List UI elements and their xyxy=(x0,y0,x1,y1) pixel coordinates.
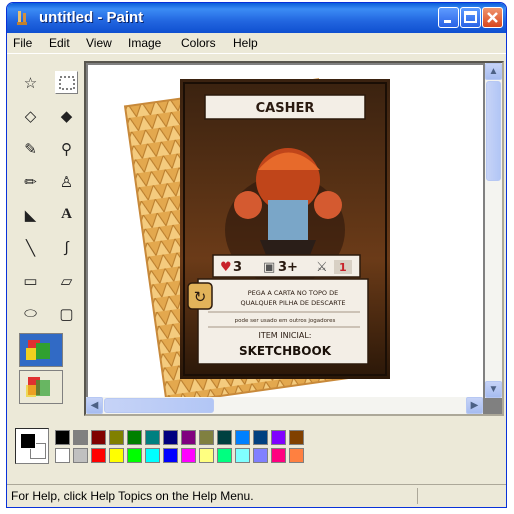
status-bar: For Help, click Help Topics on the Help … xyxy=(7,484,506,507)
title-bar[interactable]: untitled - Paint xyxy=(7,3,506,33)
palette-swatch[interactable] xyxy=(55,430,70,445)
rounded-rect-icon[interactable]: ▢ xyxy=(55,302,78,325)
palette-swatch[interactable] xyxy=(91,430,106,445)
scroll-up-button[interactable]: ▲ xyxy=(485,63,502,80)
palette-swatch[interactable] xyxy=(235,430,250,445)
sword-icon: ⚔ xyxy=(316,260,328,275)
menu-colors[interactable]: Colors xyxy=(181,36,216,50)
current-colors[interactable] xyxy=(15,428,49,464)
rectangle-icon[interactable]: ▭ xyxy=(19,269,42,292)
text-tool-icon[interactable]: A xyxy=(55,203,78,226)
line-icon[interactable]: ╲ xyxy=(19,236,42,259)
vertical-scroll-thumb[interactable] xyxy=(486,81,501,181)
foreground-color[interactable] xyxy=(20,433,36,449)
stat-dice: 3+ xyxy=(278,260,298,275)
menu-view[interactable]: View xyxy=(86,36,112,50)
menu-image[interactable]: Image xyxy=(128,36,161,50)
palette-swatch[interactable] xyxy=(253,430,268,445)
opaque-mode-option[interactable] xyxy=(19,333,63,367)
canvas[interactable]: CASHER ♥ 3 ▣ 3+ ⚔ 1 ↻ PEGA A CARTA NO TO… xyxy=(88,65,483,400)
palette-swatch[interactable] xyxy=(289,448,304,463)
palette-swatch[interactable] xyxy=(181,448,196,463)
ability-note: pode ser usado em outros jogadores xyxy=(235,318,336,324)
horizontal-scroll-thumb[interactable] xyxy=(104,398,214,413)
palette-swatch[interactable] xyxy=(271,430,286,445)
palette-swatch[interactable] xyxy=(217,430,232,445)
magnifier-icon[interactable]: ⚲ xyxy=(55,137,78,160)
scroll-left-button[interactable]: ◀ xyxy=(86,397,103,414)
menu-edit[interactable]: Edit xyxy=(49,36,70,50)
transparent-mode-option[interactable] xyxy=(19,370,63,404)
paint-app-icon xyxy=(17,11,27,25)
reroll-icon: ↻ xyxy=(194,288,207,306)
color-palette xyxy=(11,424,341,470)
palette-swatch[interactable] xyxy=(127,448,142,463)
dice-icon: ▣ xyxy=(263,260,275,275)
transparent-mode-icon xyxy=(26,377,50,397)
polygon-icon[interactable]: ▱ xyxy=(55,269,78,292)
pencil-icon[interactable]: ✏ xyxy=(19,170,42,193)
toolbox: ☆ ◇ ◆ ✎ ⚲ ✏ ♙ ◣ A ╲ ∫ ▭ ▱ ⬭ ▢ xyxy=(9,59,81,409)
ability-line2: QUALQUER PILHA DE DESCARTE xyxy=(241,299,346,307)
palette-swatch[interactable] xyxy=(163,448,178,463)
eraser-icon[interactable]: ◇ xyxy=(19,104,42,127)
heart-icon: ♥ xyxy=(220,260,232,275)
menu-bar: File Edit View Image Colors Help xyxy=(7,33,506,54)
palette-swatch[interactable] xyxy=(181,430,196,445)
minimize-button[interactable] xyxy=(438,7,459,28)
brush-icon[interactable]: ♙ xyxy=(55,170,78,193)
palette-swatch[interactable] xyxy=(235,448,250,463)
card-name: CASHER xyxy=(256,101,315,116)
fill-bucket-icon[interactable]: ◆ xyxy=(55,104,78,127)
item-label: ITEM INICIAL: xyxy=(258,331,311,340)
palette-swatch[interactable] xyxy=(127,430,142,445)
canvas-area: CASHER ♥ 3 ▣ 3+ ⚔ 1 ↻ PEGA A CARTA NO TO… xyxy=(84,61,504,416)
scroll-right-button[interactable]: ▶ xyxy=(466,397,483,414)
maximize-icon xyxy=(464,11,477,23)
palette-swatch[interactable] xyxy=(109,430,124,445)
horizontal-scrollbar[interactable]: ◀ ▶ xyxy=(86,397,483,414)
maximize-button[interactable] xyxy=(460,7,481,28)
palette-swatch[interactable] xyxy=(145,448,160,463)
window-title: untitled - Paint xyxy=(39,9,144,26)
palette-swatch[interactable] xyxy=(73,430,88,445)
palette-swatch[interactable] xyxy=(199,448,214,463)
menu-file[interactable]: File xyxy=(13,36,32,50)
palette-swatch[interactable] xyxy=(55,448,70,463)
status-help-text: For Help, click Help Topics on the Help … xyxy=(11,489,254,503)
palette-swatch[interactable] xyxy=(145,430,160,445)
palette-swatch[interactable] xyxy=(253,448,268,463)
minimize-icon xyxy=(444,20,451,23)
palette-swatch[interactable] xyxy=(199,430,214,445)
close-button[interactable] xyxy=(482,7,503,28)
color-picker-icon[interactable]: ✎ xyxy=(19,137,42,160)
free-select-icon[interactable]: ☆ xyxy=(19,71,42,94)
menu-help[interactable]: Help xyxy=(233,36,258,50)
palette-swatch[interactable] xyxy=(217,448,232,463)
stat-hearts: 3 xyxy=(233,260,242,275)
rect-select-icon[interactable] xyxy=(55,71,78,94)
palette-swatch[interactable] xyxy=(91,448,106,463)
palette-swatch[interactable] xyxy=(163,430,178,445)
stat-attack: 1 xyxy=(339,261,347,274)
vertical-scrollbar[interactable]: ▲ ▼ xyxy=(485,63,502,398)
ellipse-icon[interactable]: ⬭ xyxy=(19,302,42,325)
airbrush-icon[interactable]: ◣ xyxy=(19,203,42,226)
card-image: CASHER ♥ 3 ▣ 3+ ⚔ 1 ↻ PEGA A CARTA NO TO… xyxy=(123,78,390,400)
palette-swatch[interactable] xyxy=(271,448,286,463)
scroll-down-button[interactable]: ▼ xyxy=(485,381,502,398)
ability-line1: PEGA A CARTA NO TOPO DE xyxy=(248,289,338,297)
palette-swatch[interactable] xyxy=(73,448,88,463)
item-name: SKETCHBOOK xyxy=(239,344,332,358)
paint-window: untitled - Paint File Edit View Image Co… xyxy=(6,2,507,508)
close-icon xyxy=(487,12,498,23)
palette-swatch[interactable] xyxy=(109,448,124,463)
opaque-mode-icon xyxy=(26,340,50,360)
palette-swatch[interactable] xyxy=(289,430,304,445)
curve-icon[interactable]: ∫ xyxy=(55,236,78,259)
